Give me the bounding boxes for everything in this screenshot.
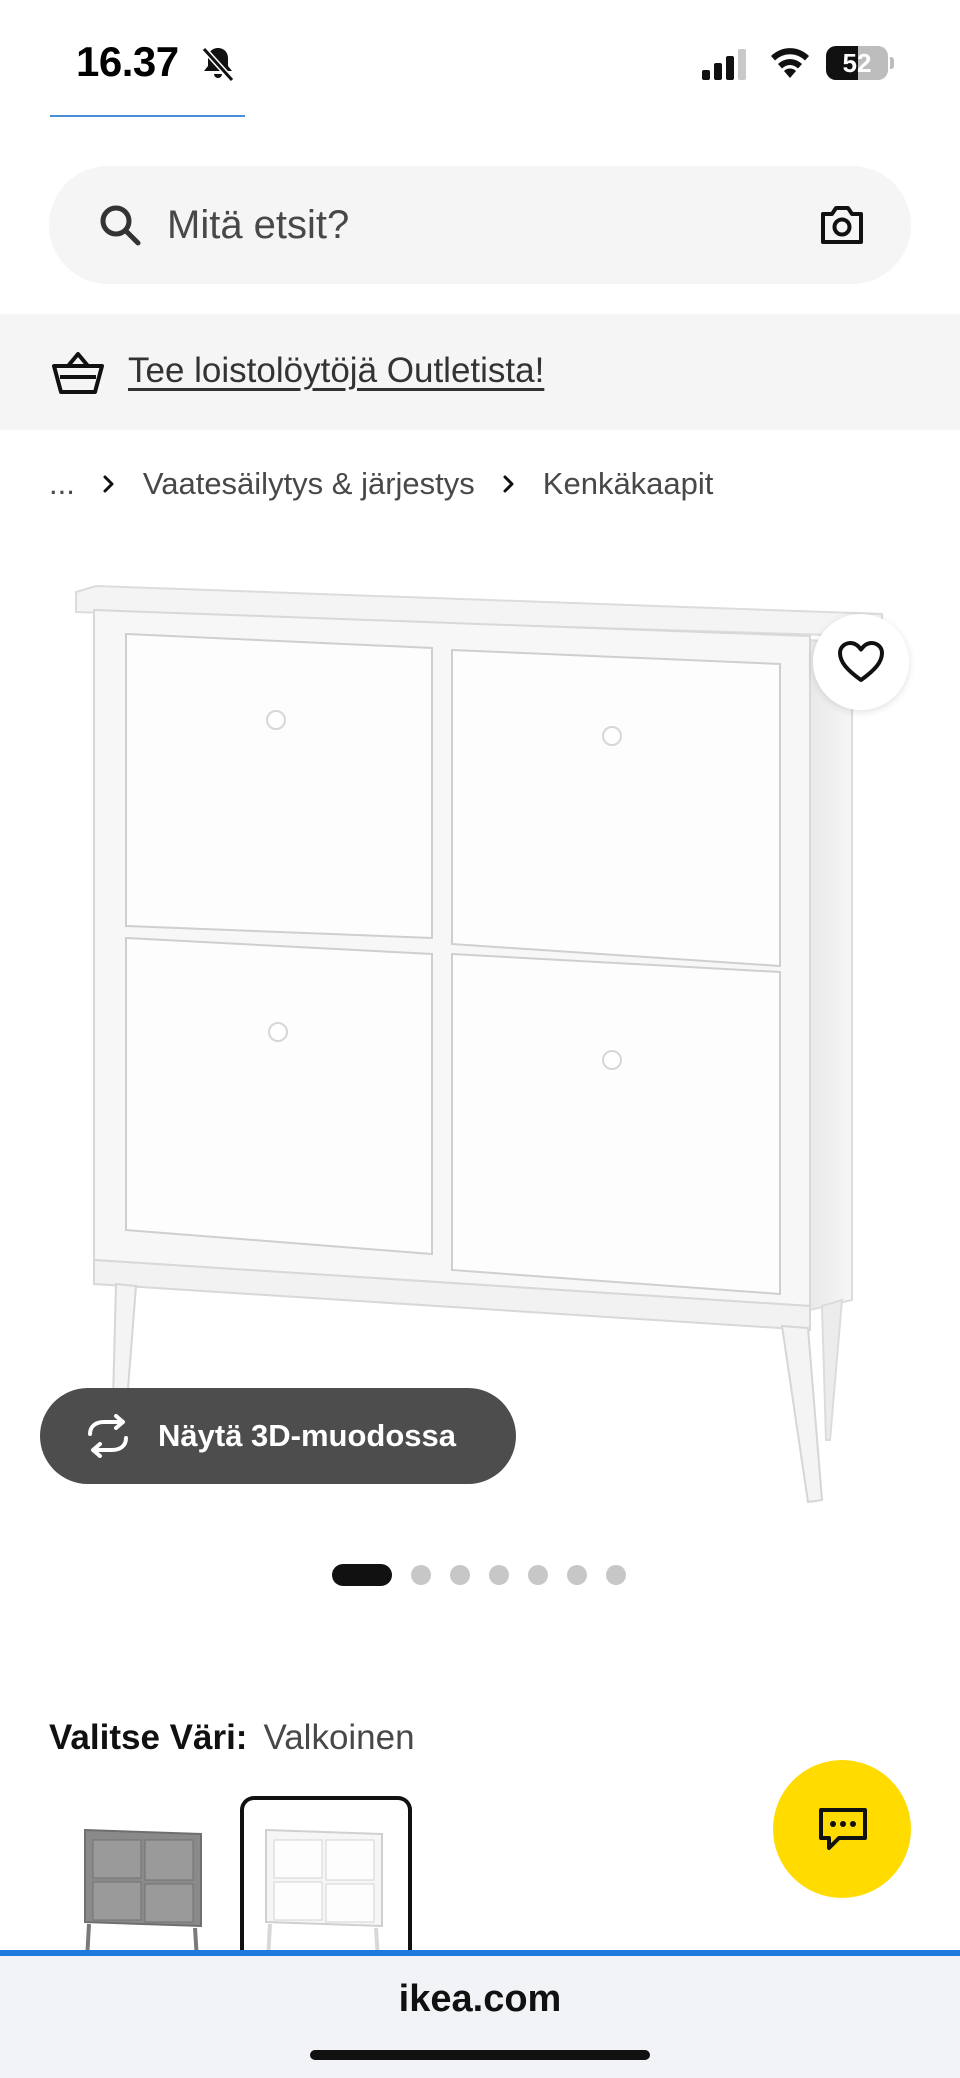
wifi-icon [771, 48, 809, 78]
selected-color: Valkoinen [263, 1718, 415, 1757]
search-placeholder: Mitä etsit? [167, 203, 350, 247]
color-swatch-grey[interactable] [59, 1796, 231, 1960]
view-3d-label: Näytä 3D-muodossa [158, 1418, 457, 1453]
status-time: 16.37 [76, 38, 179, 85]
status-bar: 16.37 52 [0, 0, 960, 120]
chevron-right-icon [103, 475, 114, 493]
carousel-dot[interactable] [567, 1565, 587, 1585]
shoe-cabinet-image [75, 584, 883, 1504]
image-carousel-dots [332, 1564, 645, 1586]
carousel-dot[interactable] [489, 1565, 509, 1585]
battery-level: 52 [842, 48, 872, 78]
camera-icon[interactable] [819, 202, 865, 246]
carousel-dot[interactable] [450, 1565, 470, 1585]
search-input[interactable]: Mitä etsit? [49, 166, 911, 284]
rotate-3d-icon [88, 1414, 128, 1458]
page-load-line [0, 1950, 960, 1956]
product-image[interactable] [0, 540, 960, 1520]
breadcrumb: ... Vaatesäilytys & järjestys Kenkäkaapi… [49, 462, 713, 506]
battery-icon: 52 [826, 46, 894, 80]
carousel-dot[interactable] [606, 1565, 626, 1585]
carousel-dot[interactable] [411, 1565, 431, 1585]
chevron-right-icon [503, 475, 514, 493]
promo-banner: Tee loistolöytöjä Outletista! [0, 314, 960, 430]
wishlist-button[interactable] [813, 614, 909, 710]
home-indicator[interactable] [310, 2050, 650, 2060]
view-3d-button[interactable]: Näytä 3D-muodossa [40, 1388, 516, 1484]
basket-icon [52, 352, 104, 394]
outlet-promo-link[interactable]: Tee loistolöytöjä Outletista! [128, 348, 544, 394]
color-swatch-white[interactable] [240, 1796, 412, 1960]
url-text[interactable]: ikea.com [0, 1978, 960, 2021]
breadcrumb-item-clothes-storage[interactable]: Vaatesäilytys & järjestys [143, 466, 475, 502]
heart-icon [838, 641, 884, 682]
bell-slash-icon [201, 46, 235, 83]
carousel-dot[interactable] [332, 1564, 392, 1586]
color-label: Valitse Väri: [49, 1718, 248, 1757]
browser-address-bar[interactable]: ikea.com [0, 1950, 960, 2078]
tab-indicator [50, 115, 245, 117]
chat-button[interactable] [773, 1760, 911, 1898]
chat-icon [819, 1808, 867, 1850]
search-icon [100, 205, 141, 246]
cellular-signal-icon [702, 49, 746, 80]
color-selection: Valitse Väri: Valkoinen [49, 1716, 415, 1760]
breadcrumb-item-shoe-cabinets[interactable]: Kenkäkaapit [543, 466, 714, 502]
carousel-dot[interactable] [528, 1565, 548, 1585]
breadcrumb-ellipsis[interactable]: ... [49, 466, 75, 502]
